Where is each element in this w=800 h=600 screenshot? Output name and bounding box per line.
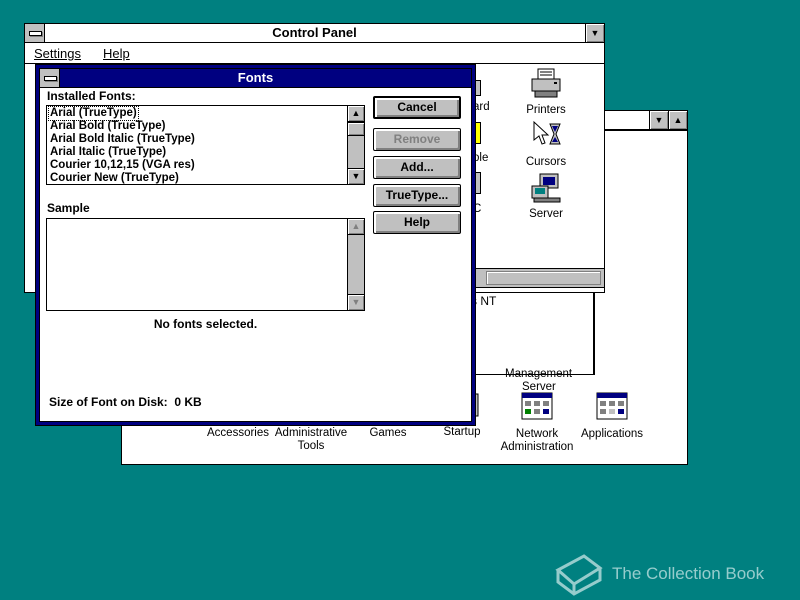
- font-list-item[interactable]: Arial Bold (TrueType): [49, 120, 166, 133]
- truetype-button[interactable]: TrueType...: [373, 184, 461, 207]
- font-list-item[interactable]: Arial (TrueType): [48, 106, 139, 121]
- sample-scroll-down-icon: ▼: [348, 294, 364, 310]
- sample-status-text: No fonts selected.: [153, 317, 258, 331]
- icon-administrative-tools[interactable]: Administrative Tools: [271, 427, 351, 453]
- font-list-item[interactable]: Arial Italic (TrueType): [49, 146, 167, 159]
- cancel-button[interactable]: Cancel: [373, 96, 461, 119]
- scroll-up-arrow-icon[interactable]: ▲: [348, 106, 364, 122]
- menu-settings[interactable]: Settings: [34, 46, 81, 61]
- font-list-item[interactable]: Courier New (TrueType): [49, 172, 180, 185]
- icon-network-administration[interactable]: Network Administration: [497, 392, 577, 454]
- icon-cursors[interactable]: Cursors: [506, 120, 586, 169]
- installed-fonts-listbox[interactable]: Arial (TrueType) Arial Bold (TrueType) A…: [46, 105, 365, 185]
- control-panel-title: Control Panel: [272, 25, 357, 40]
- help-button[interactable]: Help: [373, 211, 461, 234]
- fonts-dialog-title: Fonts: [237, 70, 274, 85]
- scroll-thumb[interactable]: [348, 122, 364, 136]
- watermark: The Collection Book: [548, 550, 793, 596]
- menu-help[interactable]: Help: [103, 46, 130, 61]
- font-size-value: 0 KB: [174, 395, 202, 409]
- control-panel-titlebar[interactable]: Control Panel ▼: [25, 24, 604, 43]
- scroll-down-arrow-icon[interactable]: ▼: [348, 168, 364, 184]
- cursor-icon: [530, 120, 562, 152]
- icon-server[interactable]: Server: [506, 172, 586, 221]
- icon-accessories-label[interactable]: Accessories: [198, 427, 278, 440]
- inner-group-window: s NT: [470, 290, 595, 375]
- printer-icon: [530, 68, 562, 100]
- fonts-list-scrollbar[interactable]: ▲ ▼: [347, 106, 364, 184]
- minimize-button[interactable]: ▼: [649, 111, 668, 129]
- icon-printers[interactable]: Printers: [506, 68, 586, 117]
- control-panel-hscroll[interactable]: [473, 268, 604, 288]
- fonts-dialog-titlebar[interactable]: Fonts: [40, 69, 471, 88]
- font-list-item[interactable]: Courier 10,12,15 (VGA res): [49, 159, 196, 172]
- sample-scroll-up-icon: ▲: [348, 219, 364, 235]
- control-panel-menubar: Settings Help: [25, 43, 604, 64]
- installed-fonts-label: Installed Fonts:: [47, 89, 136, 103]
- sample-label: Sample: [47, 201, 90, 215]
- watermark-text: The Collection Book: [612, 564, 765, 583]
- maximize-button[interactable]: ▲: [668, 111, 687, 129]
- applications-icon: [596, 392, 628, 424]
- network-administration-icon: [521, 392, 553, 424]
- add-button[interactable]: Add...: [373, 156, 461, 179]
- book-icon: [555, 554, 603, 596]
- remove-button[interactable]: Remove: [373, 128, 461, 151]
- icon-applications[interactable]: Applications: [572, 392, 652, 441]
- font-size-on-disk-label: Size of Font on Disk: 0 KB: [49, 395, 202, 409]
- control-panel-minimize-button[interactable]: ▼: [585, 24, 604, 42]
- server-icon: [530, 172, 562, 204]
- font-list-item[interactable]: Arial Bold Italic (TrueType): [49, 133, 196, 146]
- sample-scrollbar: ▲ ▼: [347, 219, 364, 310]
- icon-games[interactable]: Games: [348, 427, 428, 440]
- fonts-dialog-system-menu[interactable]: [40, 69, 60, 87]
- control-panel-system-menu[interactable]: [25, 24, 45, 42]
- mgmt-label-line1: Management: [505, 368, 573, 380]
- sample-box: ▲ ▼: [46, 218, 365, 311]
